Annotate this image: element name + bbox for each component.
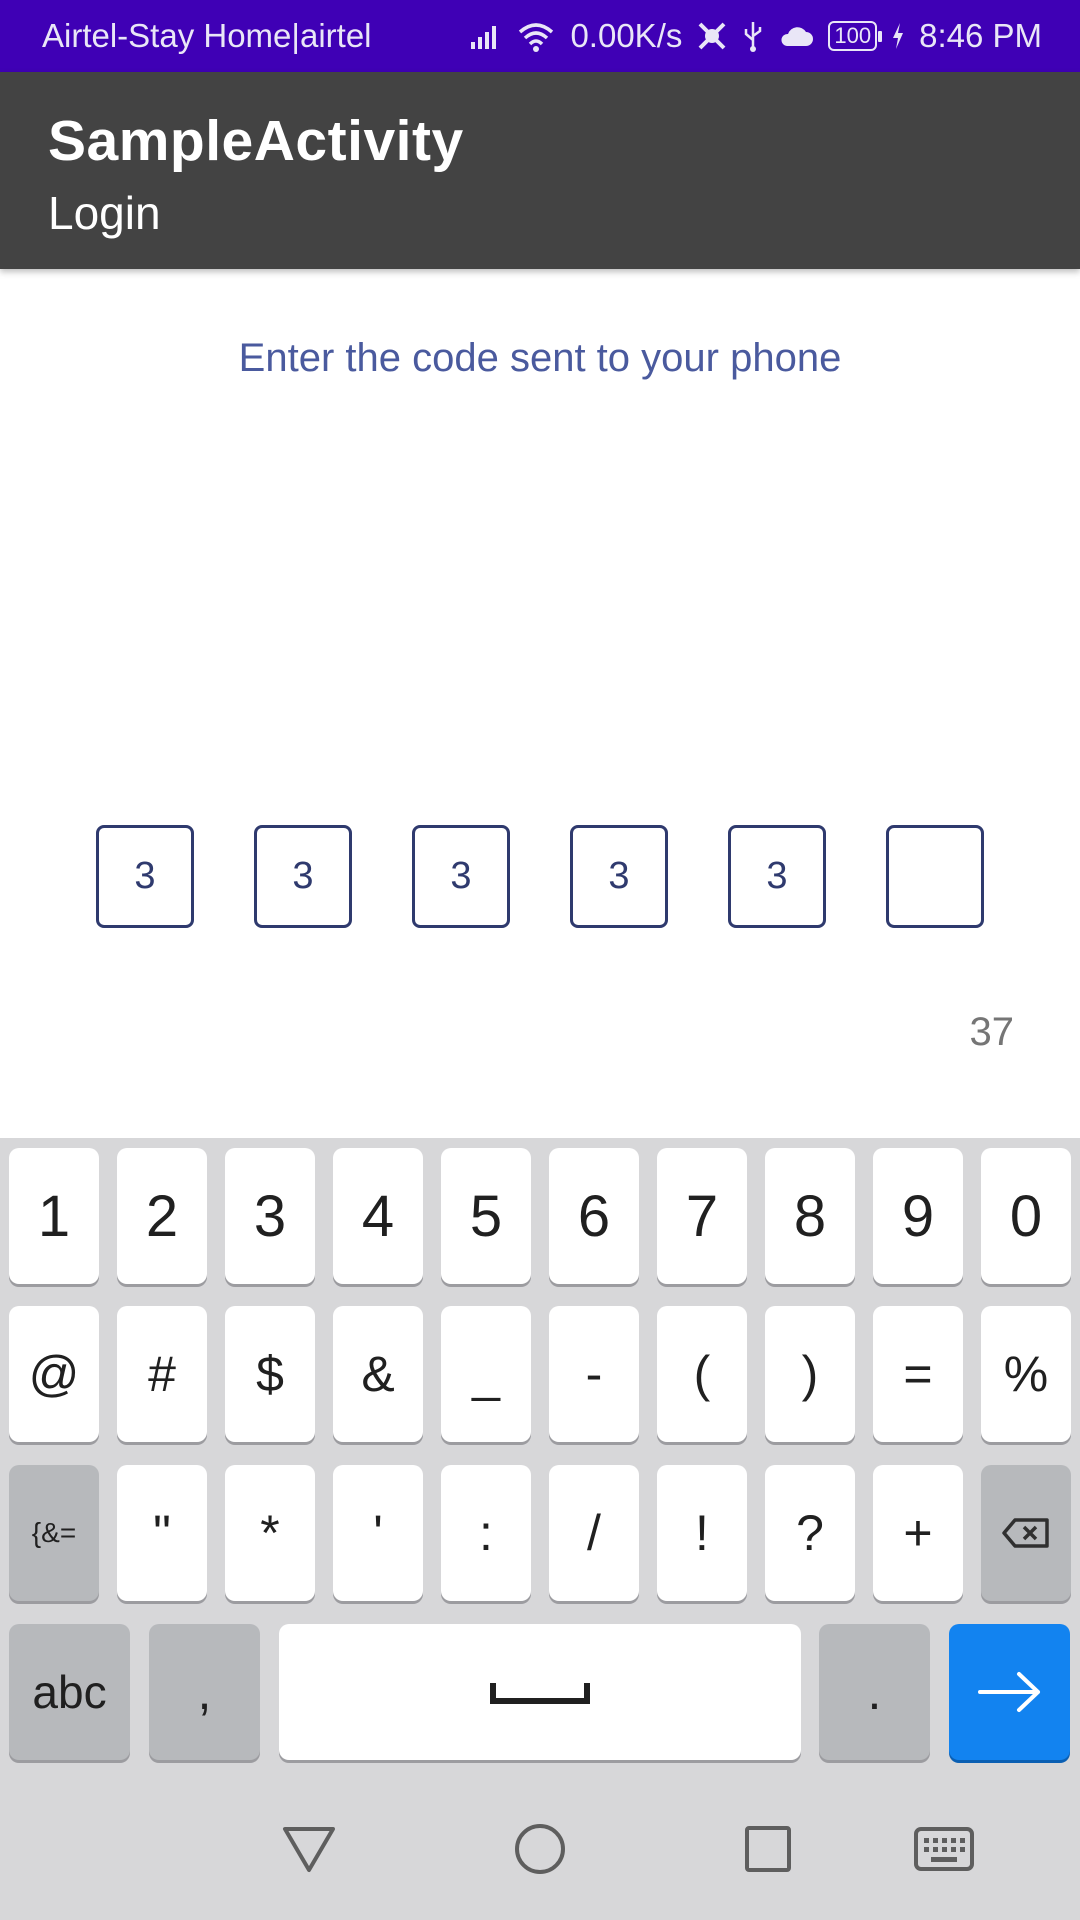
- recents-square-icon: [745, 1826, 791, 1872]
- wifi-icon: [516, 20, 556, 52]
- key-right-paren[interactable]: ): [765, 1306, 855, 1442]
- key-9[interactable]: 9: [873, 1148, 963, 1284]
- key-plus[interactable]: +: [873, 1465, 963, 1601]
- key-4[interactable]: 4: [333, 1148, 423, 1284]
- app-subtitle: Login: [48, 187, 161, 239]
- clock: 8:46 PM: [919, 17, 1042, 54]
- key-at[interactable]: @: [9, 1306, 99, 1442]
- space-key[interactable]: [279, 1624, 801, 1760]
- system-nav-bar: [0, 1778, 1080, 1920]
- key-symbols-page[interactable]: {&=: [9, 1465, 99, 1601]
- key-1[interactable]: 1: [9, 1148, 99, 1284]
- app-notification-icon: [696, 20, 728, 52]
- key-5[interactable]: 5: [441, 1148, 531, 1284]
- usb-icon: [742, 20, 764, 52]
- otp-input-row: 3 3 3 3 3: [96, 825, 984, 928]
- key-comma[interactable]: ,: [149, 1624, 260, 1760]
- key-0[interactable]: 0: [981, 1148, 1071, 1284]
- signal-icon: [470, 22, 502, 50]
- back-triangle-icon: [283, 1827, 335, 1872]
- status-bar: Airtel-Stay Home|airtel 0.00K/s 100 8:46…: [0, 0, 1080, 72]
- app-bar: SampleActivity Login: [0, 72, 1080, 269]
- key-hash[interactable]: #: [117, 1306, 207, 1442]
- key-dollar[interactable]: $: [225, 1306, 315, 1442]
- key-percent[interactable]: %: [981, 1306, 1071, 1442]
- keyboard-icon: [914, 1827, 974, 1871]
- home-circle-icon: [515, 1824, 565, 1874]
- resend-countdown: 37: [969, 1010, 1015, 1054]
- key-8[interactable]: 8: [765, 1148, 855, 1284]
- otp-prompt: Enter the code sent to your phone: [238, 336, 842, 380]
- battery-icon: 100: [828, 21, 882, 51]
- cloud-icon: [778, 24, 814, 48]
- otp-digit-5[interactable]: 3: [728, 825, 826, 928]
- nav-keyboard-button[interactable]: [894, 1778, 994, 1920]
- key-colon[interactable]: :: [441, 1465, 531, 1601]
- key-ampersand[interactable]: &: [333, 1306, 423, 1442]
- key-left-paren[interactable]: (: [657, 1306, 747, 1442]
- backspace-icon: [1002, 1518, 1049, 1548]
- otp-digit-4[interactable]: 3: [570, 825, 668, 928]
- key-2[interactable]: 2: [117, 1148, 207, 1284]
- key-underscore[interactable]: _: [441, 1306, 531, 1442]
- key-apostrophe[interactable]: ': [333, 1465, 423, 1601]
- key-7[interactable]: 7: [657, 1148, 747, 1284]
- key-6[interactable]: 6: [549, 1148, 639, 1284]
- otp-digit-6[interactable]: [886, 825, 984, 928]
- app-title: SampleActivity: [48, 109, 464, 173]
- nav-home-button[interactable]: [490, 1778, 590, 1920]
- key-exclamation[interactable]: !: [657, 1465, 747, 1601]
- charging-icon: [891, 22, 905, 50]
- status-icons: 0.00K/s 100 8:46 PM: [470, 17, 1042, 55]
- nav-back-button[interactable]: [259, 1778, 359, 1920]
- nav-recents-button[interactable]: [718, 1778, 818, 1920]
- key-abc[interactable]: abc: [9, 1624, 130, 1760]
- key-question[interactable]: ?: [765, 1465, 855, 1601]
- backspace-key[interactable]: [981, 1465, 1071, 1601]
- key-hyphen[interactable]: -: [549, 1306, 639, 1442]
- key-period[interactable]: .: [819, 1624, 930, 1760]
- key-double-quote[interactable]: ": [117, 1465, 207, 1601]
- otp-digit-2[interactable]: 3: [254, 825, 352, 928]
- key-equals[interactable]: =: [873, 1306, 963, 1442]
- carrier-name: Airtel-Stay Home|airtel: [42, 17, 372, 54]
- key-slash[interactable]: /: [549, 1465, 639, 1601]
- key-asterisk[interactable]: *: [225, 1465, 315, 1601]
- key-3[interactable]: 3: [225, 1148, 315, 1284]
- arrow-right-icon: [977, 1672, 1040, 1712]
- enter-key[interactable]: [949, 1624, 1070, 1760]
- otp-digit-3[interactable]: 3: [412, 825, 510, 928]
- network-speed: 0.00K/s: [570, 17, 683, 54]
- otp-digit-1[interactable]: 3: [96, 825, 194, 928]
- space-bar-icon: [490, 1683, 590, 1704]
